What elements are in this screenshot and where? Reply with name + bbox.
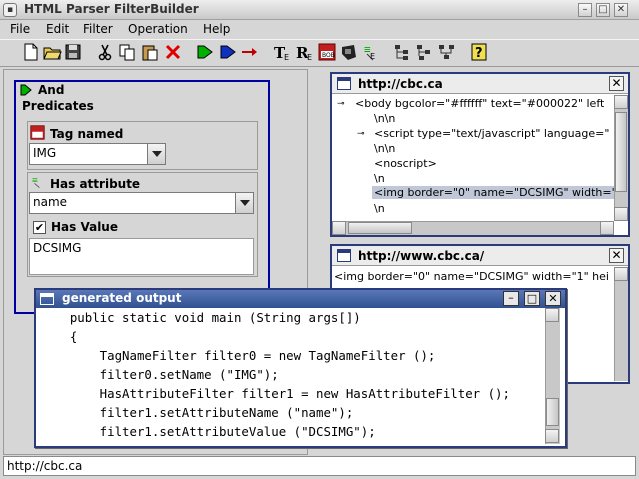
menu-operation[interactable]: Operation: [128, 22, 188, 36]
output-window-title: generated output: [62, 291, 182, 305]
open-icon[interactable]: [42, 42, 62, 62]
cut-icon[interactable]: [95, 42, 115, 62]
attribute-name-combo[interactable]: name: [29, 192, 254, 214]
has-value-label: Has Value: [51, 220, 118, 234]
arrow-right-icon[interactable]: [240, 42, 260, 62]
svg-text:BOB: BOB: [322, 52, 335, 59]
scroll-up-icon[interactable]: [545, 308, 559, 322]
status-bar: http://cbc.ca: [3, 456, 636, 476]
svg-text:E: E: [307, 53, 312, 62]
code-line: public static void main (String args[]): [40, 310, 361, 325]
tree-node[interactable]: <noscript>: [374, 157, 437, 170]
window-icon: [337, 77, 351, 90]
app-icon[interactable]: ▪: [3, 3, 17, 17]
and-label: And: [38, 83, 65, 97]
child-filter-icon[interactable]: [393, 42, 413, 62]
close-icon[interactable]: ✕: [614, 3, 628, 17]
close-icon[interactable]: ✕: [609, 76, 624, 91]
scroll-up-icon[interactable]: [614, 95, 628, 109]
window-icon: [40, 293, 54, 305]
tree-node[interactable]: \n: [374, 202, 385, 215]
tag-named-label: Tag named: [50, 127, 124, 141]
sibling-filter-icon[interactable]: [437, 42, 457, 62]
tree-node[interactable]: <script type="text/javascript" language=…: [374, 127, 609, 140]
node-class-filter-icon[interactable]: [339, 42, 359, 62]
tag-filter-icon[interactable]: BOB: [317, 42, 337, 62]
help-icon[interactable]: ?: [469, 42, 489, 62]
predicates-label: Predicates: [22, 99, 94, 113]
new-icon[interactable]: [21, 42, 41, 62]
attribute-value-field[interactable]: DCSIMG: [29, 238, 254, 275]
tag-name-combo[interactable]: IMG: [29, 143, 166, 165]
menu-help[interactable]: Help: [203, 22, 230, 36]
scroll-left-icon[interactable]: [332, 221, 346, 235]
svg-text:E: E: [370, 52, 375, 61]
code-line: filter0.setName ("IMG");: [40, 367, 279, 382]
maximize-icon[interactable]: □: [596, 3, 610, 17]
scroll-down-icon[interactable]: [545, 429, 559, 443]
regex-filter-icon[interactable]: RE: [294, 42, 314, 62]
has-value-checkbox[interactable]: ✔: [33, 221, 46, 234]
close-icon[interactable]: ✕: [545, 291, 561, 306]
fetch-icon[interactable]: [195, 42, 215, 62]
minimize-icon[interactable]: –: [578, 3, 592, 17]
chevron-down-icon[interactable]: [235, 193, 253, 213]
scroll-thumb[interactable]: [348, 222, 412, 234]
scroll-right-icon[interactable]: [600, 221, 614, 235]
copy-icon[interactable]: [117, 42, 137, 62]
tag-filter-icon: [30, 125, 45, 140]
svg-text:E: E: [284, 53, 289, 62]
attribute-filter-icon[interactable]: ≡ E: [361, 42, 381, 62]
attribute-filter-icon: ≡: [32, 176, 40, 188]
result-vertical-scrollbar[interactable]: [614, 267, 628, 381]
parent-filter-icon[interactable]: [415, 42, 435, 62]
code-line: HasAttributeFilter filter1 = new HasAttr…: [40, 386, 510, 401]
execute-icon[interactable]: [218, 42, 238, 62]
delete-icon[interactable]: [163, 42, 183, 62]
result-node[interactable]: <img border="0" name="DCSIMG" width="1" …: [334, 270, 614, 283]
save-icon[interactable]: [63, 42, 83, 62]
tree-node[interactable]: \n\n: [374, 112, 395, 125]
chevron-down-icon[interactable]: [147, 144, 165, 164]
code-line: {: [40, 329, 78, 344]
scroll-up-icon[interactable]: [614, 267, 628, 281]
code-line: filter1.setAttributeName ("name");: [40, 405, 354, 420]
menu-file[interactable]: File: [10, 22, 30, 36]
and-filter-icon: [20, 84, 32, 96]
has-attribute-label: Has attribute: [50, 177, 141, 191]
tree-node-selected[interactable]: <img border="0" name="DCSIMG" width=": [372, 186, 614, 199]
scroll-thumb[interactable]: [546, 398, 559, 426]
tree-node[interactable]: \n: [374, 172, 385, 185]
result-window-title: http://www.cbc.ca/: [358, 249, 485, 263]
close-icon[interactable]: ✕: [609, 248, 624, 263]
window-icon: [337, 249, 351, 262]
scroll-thumb[interactable]: [615, 112, 627, 192]
minimize-icon[interactable]: –: [503, 291, 519, 306]
menu-edit[interactable]: Edit: [46, 22, 69, 36]
text-filter-icon[interactable]: TE: [272, 42, 292, 62]
window-title: HTML Parser FilterBuilder: [24, 2, 199, 16]
tree-node[interactable]: <body bgcolor="#ffffff" text="#000022" l…: [355, 97, 604, 110]
collapse-handle-icon[interactable]: ⊸: [337, 99, 345, 109]
code-line: TagNameFilter filter0 = new TagNameFilte…: [40, 348, 436, 363]
maximize-icon[interactable]: □: [524, 291, 540, 306]
scroll-down-icon[interactable]: [614, 207, 628, 221]
svg-text:?: ?: [475, 46, 483, 61]
code-line: filter1.setAttributeValue ("DCSIMG");: [40, 424, 376, 439]
expand-handle-icon[interactable]: ⊸: [357, 129, 365, 139]
menu-filter[interactable]: Filter: [83, 22, 113, 36]
paste-icon[interactable]: [140, 42, 160, 62]
tree-node[interactable]: \n\n: [374, 142, 395, 155]
tree-window-title: http://cbc.ca: [358, 77, 443, 91]
